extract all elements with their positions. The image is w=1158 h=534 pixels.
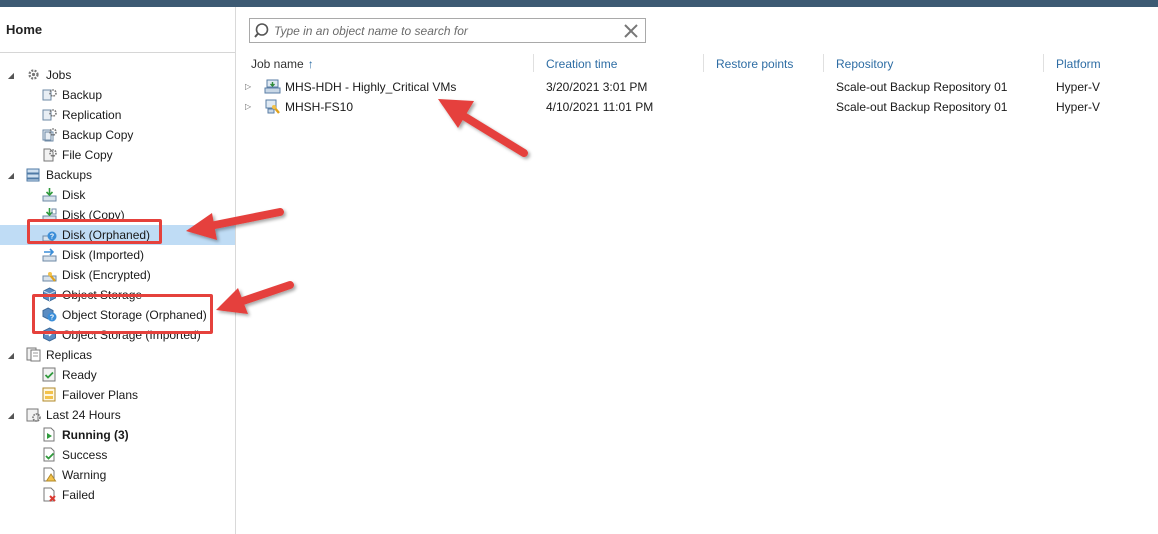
sidebar-item-label: Disk (Imported) (62, 248, 145, 262)
search-input[interactable] (274, 22, 614, 40)
sidebar-item-label: File Copy (62, 148, 113, 162)
sidebar-item-last-24-hours[interactable]: ◢ Last 24 Hours (0, 405, 235, 425)
repository-cell: Scale-out Backup Repository 01 (836, 100, 1008, 114)
table-row[interactable]: ▷ MHS-HDH - Highly_Critical VMs 3/20/202… (238, 77, 1158, 97)
disk-encrypted-icon (42, 267, 57, 282)
column-header-repository[interactable]: Repository (836, 57, 893, 73)
table-row[interactable]: ▷ MHSH-FS10 4/10/2021 11:01 PM Scale-out… (238, 97, 1158, 117)
sidebar-item-label: Jobs (46, 68, 72, 82)
replication-job-icon (42, 107, 57, 122)
sidebar-item-label: Failover Plans (62, 388, 139, 402)
disk-imported-icon (42, 247, 57, 262)
running-icon (42, 427, 57, 442)
sidebar-item-label: Backup (62, 88, 103, 102)
sidebar-item-label: Disk (62, 188, 86, 202)
tree-collapse-icon[interactable]: ◢ (6, 410, 16, 420)
sidebar-item-label: Replicas (46, 348, 93, 362)
sidebar-item-running-3[interactable]: Running (3) (0, 425, 235, 445)
sidebar-title: Home (6, 22, 43, 37)
window-top-bar (0, 0, 1158, 7)
column-header-job-name-label: Job name (251, 57, 304, 71)
creation-time-cell: 4/10/2021 11:01 PM (546, 100, 654, 114)
search-box[interactable] (249, 18, 646, 43)
sidebar-item-backups[interactable]: ◢ Backups (0, 165, 235, 185)
tree-collapse-icon[interactable]: ◢ (6, 70, 16, 80)
repository-cell: Scale-out Backup Repository 01 (836, 80, 1008, 94)
success-icon (42, 447, 57, 462)
column-separator[interactable] (703, 54, 704, 72)
column-header-platform[interactable]: Platform (1056, 57, 1101, 73)
column-separator[interactable] (823, 54, 824, 72)
sidebar-item-label: Backups (46, 168, 93, 182)
annotation-highlight-box (32, 294, 213, 334)
failed-icon (42, 487, 57, 502)
tree-collapse-icon[interactable]: ◢ (6, 350, 16, 360)
tree-collapse-icon[interactable]: ◢ (6, 170, 16, 180)
column-separator[interactable] (1043, 54, 1044, 72)
row-expand-icon[interactable]: ▷ (245, 102, 251, 111)
search-icon (254, 23, 269, 38)
annotation-highlight-box (27, 219, 162, 244)
column-header-restore-points[interactable]: Restore points (716, 57, 793, 73)
row-expand-icon[interactable]: ▷ (245, 82, 251, 91)
backups-icon (26, 167, 41, 182)
sidebar-item-file-copy[interactable]: File Copy (0, 145, 235, 165)
creation-time-cell: 3/20/2021 3:01 PM (546, 80, 648, 94)
sidebar-item-disk-imported[interactable]: Disk (Imported) (0, 245, 235, 265)
sidebar-item-backup-copy[interactable]: Backup Copy (0, 125, 235, 145)
sidebar-item-jobs[interactable]: ◢ Jobs (0, 65, 235, 85)
sidebar-item-label: Last 24 Hours (46, 408, 121, 422)
vm-backup-icon (264, 79, 281, 94)
clear-search-icon[interactable] (622, 22, 640, 40)
file-copy-job-icon (42, 147, 57, 162)
backup-copy-job-icon (42, 127, 57, 142)
sidebar-item-disk[interactable]: Disk (0, 185, 235, 205)
sidebar-item-label: Running (3) (62, 428, 129, 442)
disk-icon (42, 187, 57, 202)
sidebar-item-success[interactable]: Success (0, 445, 235, 465)
sidebar-item-warning[interactable]: Warning (0, 465, 235, 485)
sidebar-item-label: Ready (62, 368, 97, 382)
sidebar-item-failover-plans[interactable]: Failover Plans (0, 385, 235, 405)
platform-cell: Hyper-V (1056, 80, 1101, 94)
column-header-creation-time[interactable]: Creation time (546, 57, 617, 73)
ready-icon (42, 367, 57, 382)
sidebar-item-label: Success (62, 448, 108, 462)
sidebar-item-label: Replication (62, 108, 122, 122)
sidebar-item-disk-encrypted[interactable]: Disk (Encrypted) (0, 265, 235, 285)
sidebar-item-label: Warning (62, 468, 107, 482)
sidebar-item-replication[interactable]: Replication (0, 105, 235, 125)
last-24-hours-icon (26, 407, 41, 422)
jobs-gear-icon (26, 67, 41, 82)
failover-plans-icon (42, 387, 57, 402)
sidebar-item-label: Backup Copy (62, 128, 134, 142)
sidebar-item-label: Disk (Encrypted) (62, 268, 151, 282)
job-name-cell: MHS-HDH - Highly_Critical VMs (285, 80, 457, 94)
sort-ascending-icon: ↑ (307, 57, 314, 71)
sidebar-item-label: Failed (62, 488, 95, 502)
agent-backup-icon (265, 99, 280, 114)
sidebar-item-backup[interactable]: Backup (0, 85, 235, 105)
column-header-job-name[interactable]: Job name ↑ (251, 57, 314, 73)
platform-cell: Hyper-V (1056, 100, 1101, 114)
backup-job-icon (42, 87, 57, 102)
sidebar-item-failed[interactable]: Failed (0, 485, 235, 505)
column-separator[interactable] (533, 54, 534, 72)
sidebar-divider (0, 52, 235, 53)
replicas-icon (26, 347, 41, 362)
job-name-cell: MHSH-FS10 (285, 100, 354, 114)
warning-icon (42, 467, 57, 482)
sidebar-item-replicas[interactable]: ◢ Replicas (0, 345, 235, 365)
sidebar-item-ready[interactable]: Ready (0, 365, 235, 385)
